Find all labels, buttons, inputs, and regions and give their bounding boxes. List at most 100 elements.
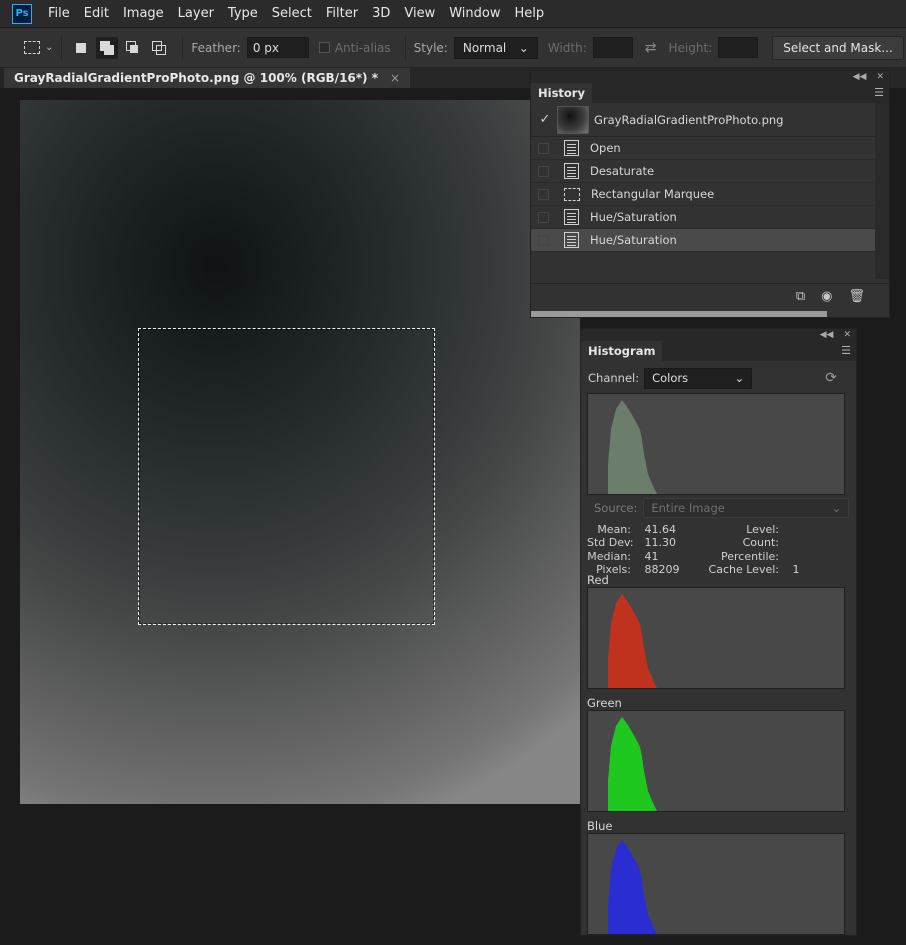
mean-label: Mean: [597,523,631,536]
anti-alias-checkbox[interactable] [318,42,330,53]
channel-select[interactable]: Colors ⌄ [644,367,753,389]
history-state-label: Rectangular Marquee [591,187,715,201]
history-scrollbar[interactable] [875,103,889,279]
mean-stat: Mean: 41.64 [587,523,676,536]
history-state-hue-saturation[interactable]: Hue/Saturation [531,206,889,229]
photoshop-logo-icon[interactable]: Ps [12,3,32,24]
panel-menu-icon[interactable]: ☰ [841,344,851,357]
history-state-label: Desaturate [590,164,655,178]
panel-menu-icon[interactable]: ☰ [874,86,884,99]
menu-window[interactable]: Window [449,6,500,21]
source-label: Source: [594,501,638,515]
menu-select[interactable]: Select [272,6,312,21]
close-icon[interactable]: × [390,71,400,85]
menu-layer[interactable]: Layer [178,6,214,21]
pixels-label: Pixels: [596,563,631,576]
menu-file[interactable]: File [48,6,70,21]
level-label: Level: [746,523,779,536]
history-state-rectangular-marquee[interactable]: Rectangular Marquee [531,183,889,206]
swap-width-height-icon[interactable]: ⇄ [645,40,657,56]
menu-bar: Ps File Edit Image Layer Type Select Fil… [0,0,906,28]
close-icon[interactable]: ✕ [843,330,851,340]
add-selection-icon-part [104,44,115,55]
history-brush-checkbox[interactable] [538,234,549,246]
source-value: Entire Image [651,501,725,515]
select-and-mask-button[interactable]: Select and Mask... [772,35,904,60]
history-brush-checkbox[interactable] [538,165,549,177]
tab-histogram[interactable]: Histogram [581,341,663,361]
chevron-down-icon: ⌄ [45,42,54,53]
document-tab-title: GrayRadialGradientProPhoto.png @ 100% (R… [14,71,378,85]
histogram-statistics: Mean: 41.64 Std Dev: 11.30 Median: 41 Pi… [581,519,856,576]
level-stat: Level: [707,523,789,536]
histogram-colors-shape [608,400,657,494]
history-list: ✓ GrayRadialGradientProPhoto.png Open De… [531,103,889,281]
new-document-from-state-icon[interactable]: ⧉ [796,289,805,304]
history-brush-checkbox[interactable] [538,142,549,154]
history-state-desaturate[interactable]: Desaturate [531,160,889,183]
histogram-red-svg [608,594,657,688]
style-select[interactable]: Normal ⌄ [453,36,538,59]
menu-view[interactable]: View [404,6,435,21]
snapshot-thumbnail [557,105,589,134]
channel-label: Channel: [588,371,640,385]
median-stat: Median: 41 [587,550,658,563]
divider [182,35,184,60]
panel-resize-handle[interactable] [531,311,827,317]
document-tab[interactable]: GrayRadialGradientProPhoto.png @ 100% (R… [4,68,411,88]
document-icon [564,232,579,248]
history-state-hue-saturation-active[interactable]: Hue/Saturation [531,229,889,252]
median-label: Median: [587,550,631,563]
close-icon[interactable]: ✕ [876,72,884,82]
style-value: Normal [462,40,507,55]
refresh-icon[interactable]: ⟳ [825,370,837,386]
camera-snapshot-icon[interactable]: ◉ [821,289,832,304]
histogram-blue-shape [608,840,657,934]
panel-title-strip: ◀◀ ✕ [581,329,856,341]
count-stat: Count: [707,536,789,549]
source-row: Source: Entire Image ⌄ [581,497,856,519]
history-brush-checkbox[interactable] [538,188,549,200]
feather-input[interactable] [246,37,309,58]
histogram-red-graph [587,587,845,689]
snapshot-name: GrayRadialGradientProPhoto.png [594,112,784,127]
history-brush-checkbox[interactable] [538,211,549,223]
subtract-from-selection-button[interactable] [122,37,144,59]
history-brush-source-icon[interactable]: ✓ [537,112,553,128]
menu-type[interactable]: Type [228,6,258,21]
green-channel-title: Green [587,696,622,710]
height-input[interactable] [718,37,759,58]
collapse-icon[interactable]: ◀◀ [820,330,834,340]
intersect-selection-button[interactable] [148,37,170,59]
histogram-green-svg [608,717,657,811]
menu-help[interactable]: Help [515,6,545,21]
histogram-red-shape [608,594,657,688]
stddev-label: Std Dev: [587,536,634,549]
marquee-selection[interactable] [138,328,435,625]
menu-image[interactable]: Image [123,6,164,21]
collapse-icon[interactable]: ◀◀ [853,72,867,82]
menu-filter[interactable]: Filter [326,6,358,21]
tool-preset-picker[interactable]: ⌄ [24,41,53,54]
pixels-value: 88209 [644,563,680,576]
width-input[interactable] [592,37,633,58]
new-selection-icon [76,42,87,53]
history-footer: ⧉ ◉ 🗑 [531,283,889,309]
cache-level-stat: Cache Level: 1 [707,563,800,576]
histogram-colors-graph [587,393,845,495]
histogram-green-shape [608,717,657,811]
trash-icon[interactable]: 🗑 [848,289,865,304]
history-state-open[interactable]: Open [531,137,889,160]
source-select: Entire Image ⌄ [643,498,850,518]
new-selection-button[interactable] [70,37,92,59]
menu-3d[interactable]: 3D [372,6,390,21]
add-to-selection-button[interactable] [96,36,119,59]
menu-edit[interactable]: Edit [84,6,109,21]
marquee-icon [564,187,580,201]
chevron-down-icon: ⌄ [831,501,842,515]
feather-label: Feather: [191,40,241,55]
tab-history[interactable]: History [531,83,592,103]
history-state-label: Hue/Saturation [590,233,677,247]
histogram-panel-tabs: Histogram ☰ [581,341,856,361]
history-snapshot[interactable]: ✓ GrayRadialGradientProPhoto.png [531,103,889,137]
